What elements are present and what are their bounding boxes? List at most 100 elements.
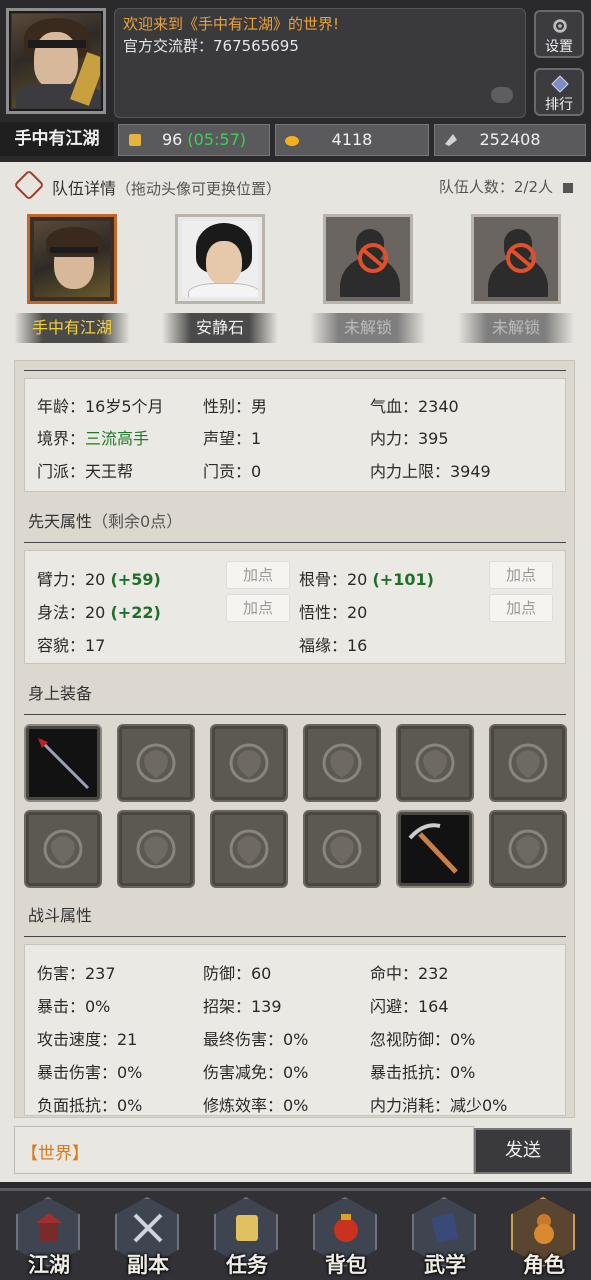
equipment-slot[interactable] [210,810,288,888]
team-slot-3-name: 未解锁 [310,313,426,343]
bag-icon [334,1214,358,1242]
equipment-slot[interactable] [210,724,288,802]
team-slot-4-name: 未解锁 [458,313,574,343]
innate-title: 先天属性 [28,512,93,531]
locked-icon [506,243,536,273]
contribution-text: 门贡：0 [203,462,262,481]
equipment-slot[interactable] [24,810,102,888]
equipment-slot[interactable] [396,810,474,888]
send-button[interactable]: 发送 [474,1128,572,1174]
luck-text: 福缘：16 [299,636,368,655]
prestige-text: 声望：1 [203,429,262,448]
nav-quest[interactable]: 任务 [206,1197,288,1279]
strength-bonus: (+59) [110,570,161,589]
equipment-slot[interactable] [489,724,567,802]
innate-section-title: 先天属性（剩余0点） [28,508,182,532]
combat-stat: 修炼效率：0% [203,1096,309,1115]
welcome-text: 欢迎来到《手中有江湖》的世界! [123,15,340,33]
boots-icon [415,743,455,783]
combat-stat: 伤害减免：0% [203,1063,309,1082]
constitution-text: 根骨：20 (+101) [299,566,434,590]
equipment-slot[interactable] [489,810,567,888]
team-slot-3 [323,214,413,304]
team-count: 队伍人数：2/2人 [438,178,553,196]
pagoda-icon [36,1213,62,1241]
add-comprehension-button[interactable]: 加点 [489,594,553,622]
crossed-swords-icon [133,1213,163,1243]
nav-character[interactable]: 角色 [503,1197,585,1279]
silver-value: 252408 [479,130,541,149]
hp-text: 气血：2340 [370,397,459,416]
comprehension-text: 悟性：20 [299,603,368,622]
chat-input[interactable]: 【世界】 [14,1126,474,1174]
nav-dungeon[interactable]: 副本 [107,1197,189,1279]
combat-title: 战斗属性 [28,906,93,925]
combat-stat: 负面抵抗：0% [37,1096,143,1115]
nav-quest-label: 任务 [226,1253,268,1277]
add-agility-button[interactable]: 加点 [226,594,290,622]
silver-ingot-icon [445,134,457,146]
add-constitution-button[interactable]: 加点 [489,561,553,589]
team-subtitle: （拖动头像可更换位置） [116,180,282,198]
equipment-slot[interactable] [117,810,195,888]
announcement-box: 欢迎来到《手中有江湖》的世界! 官方交流群：767565695 [114,8,526,118]
amulet-icon [508,743,548,783]
team-slot-1[interactable] [27,214,117,304]
mp-max-text: 内力上限：3949 [370,462,491,481]
realm-value: 三流高手 [85,429,150,448]
strength-text: 臂力：20 (+59) [37,566,161,590]
team-title: 队伍详情 [52,179,117,198]
bottom-nav: 江湖 副本 任务 背包 武学 角色 [0,1188,591,1280]
combat-stat: 暴击伤害：0% [37,1063,143,1082]
nav-martial[interactable]: 武学 [404,1197,486,1279]
team-slot-2-name: 安静石 [162,313,278,343]
combat-stat: 暴击抵抗：0% [370,1063,476,1082]
combat-stat: 最终伤害：0% [203,1030,309,1049]
agility-text: 身法：20 (+22) [37,599,161,623]
settings-label: 设置 [545,39,573,55]
rank-button[interactable]: 排行 [534,68,584,116]
nav-bag[interactable]: 背包 [305,1197,387,1279]
equipment-slot[interactable] [24,724,102,802]
combat-stat: 招架：139 [203,997,282,1016]
settings-button[interactable]: 设置 [534,10,584,58]
realm-label: 境界： [37,429,86,448]
constitution-bonus: (+101) [372,570,434,589]
rank-label: 排行 [545,97,573,113]
age-text: 年龄：16岁5个月 [37,397,164,416]
team-header: 队伍详情（拖动头像可更换位置） 队伍人数：2/2人 [13,169,579,201]
pouch-icon [136,829,176,869]
spear-icon [38,738,90,790]
armor-icon [322,743,362,783]
gourd-icon [534,1214,554,1244]
equipment-slot[interactable] [303,724,381,802]
player-name: 手中有江湖 [0,122,114,156]
equipment-slot[interactable] [396,724,474,802]
agility-bonus: (+22) [110,603,161,622]
stamina-counter: 96 (05:57) [118,124,270,156]
ring-icon [322,829,362,869]
chat-bubble-icon[interactable] [491,87,513,103]
gold-ingot-icon [285,136,299,146]
beads-icon [229,829,269,869]
equipment-title: 身上装备 [28,684,93,703]
combat-stat: 攻击速度：21 [37,1030,138,1049]
combat-stat: 命中：232 [370,964,449,983]
nav-martial-label: 武学 [424,1253,466,1277]
strength-label: 臂力：20 [37,570,106,589]
equipment-slot[interactable] [303,810,381,888]
nav-dungeon-label: 副本 [127,1253,169,1277]
add-strength-button[interactable]: 加点 [226,561,290,589]
robe-icon [229,743,269,783]
team-slot-2[interactable] [175,214,265,304]
stamina-icon [129,134,141,146]
player-portrait [12,14,100,108]
nav-jianghu[interactable]: 江湖 [8,1197,90,1279]
equipment-slot[interactable] [117,724,195,802]
team-icon [13,169,45,201]
gear-icon [553,19,567,33]
gold-counter: 4118 [275,124,429,156]
gold-value: 4118 [331,130,373,149]
player-avatar[interactable] [6,8,106,114]
constitution-label: 根骨：20 [299,570,368,589]
